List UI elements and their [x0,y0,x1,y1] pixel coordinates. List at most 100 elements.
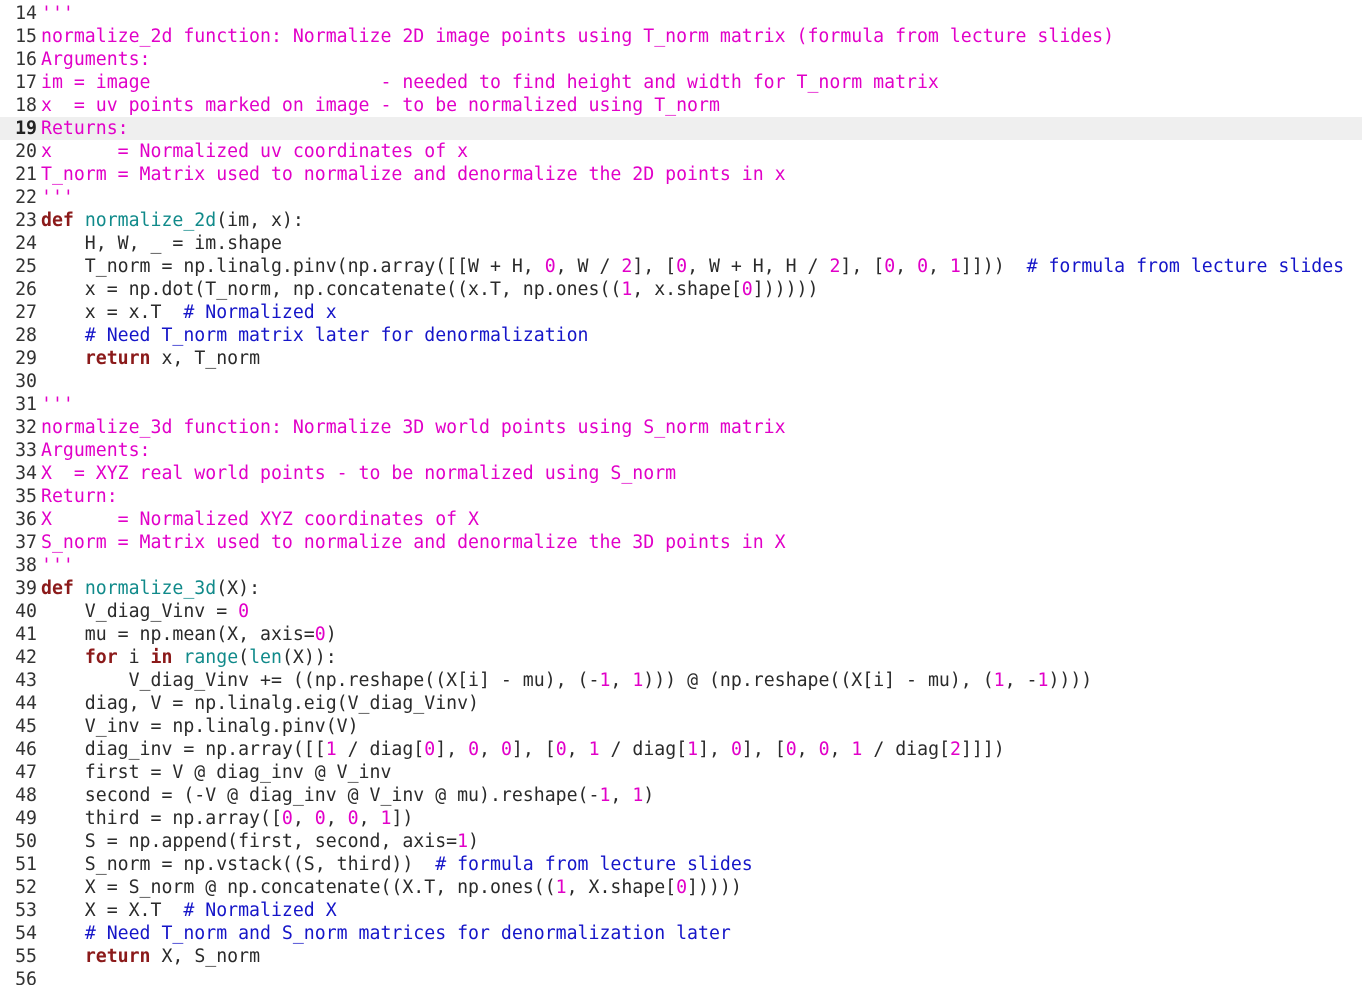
line-number: 54 [15,923,37,944]
code-line[interactable]: 51 S_norm = np.vstack((S, third)) # form… [0,853,1362,876]
code-line[interactable]: 43 V_diag_Vinv += ((np.reshape((X[i] - m… [0,669,1362,692]
code-line[interactable]: 49 third = np.array([0, 0, 0, 1]) [0,807,1362,830]
keyword: def [41,578,74,599]
code-text: X, S_norm [150,946,261,967]
code-line[interactable]: 56 [0,968,1362,985]
code-line[interactable]: 14 ''' [0,2,1362,25]
string-text: Arguments: [41,440,151,461]
code-line[interactable]: 47 first = V @ diag_inv @ V_inv [0,761,1362,784]
string-text: ''' [41,3,74,24]
code-line[interactable]: 22 ''' [0,186,1362,209]
code-text: , W + H, H / [687,256,830,277]
code-text: mu = np.mean(X, axis= [41,624,315,645]
number-literal: 0 [314,624,326,645]
code-text: H, W, _ = im.shape [41,233,282,254]
code-line[interactable]: 44 diag, V = np.linalg.eig(V_diag_Vinv) [0,692,1362,715]
code-text: ], [ [840,256,885,277]
code-line[interactable]: 17 im = image - needed to find height and… [0,71,1362,94]
code-content: Return: [41,485,118,508]
line-number: 22 [15,187,37,208]
code-content: return x, T_norm [41,347,260,370]
number-literal: 0 [785,739,797,760]
line-number: 52 [15,877,37,898]
code-line[interactable]: 31 ''' [0,393,1362,416]
code-content: ''' [41,393,74,416]
code-line[interactable]: 55 return X, S_norm [0,945,1362,968]
code-text: third = np.array([ [41,808,282,829]
code-text: S_norm = np.vstack((S, third)) [41,854,436,875]
code-text: ], [ [741,739,786,760]
code-text: , [325,808,348,829]
code-line[interactable]: 50 S = np.append(first, second, axis=1) [0,830,1362,853]
code-line[interactable]: 48 second = (-V @ diag_inv @ V_inv @ mu)… [0,784,1362,807]
code-line[interactable]: 41 mu = np.mean(X, axis=0) [0,623,1362,646]
code-content: for i in range(len(X)): [41,646,337,669]
line-number: 56 [15,969,37,985]
code-line[interactable]: 23 def normalize_2d(im, x): [0,209,1362,232]
code-line[interactable]: 52 X = S_norm @ np.concatenate((X.T, np.… [0,876,1362,899]
code-line[interactable]: 29 return x, T_norm [0,347,1362,370]
code-content: T_norm = np.linalg.pinv(np.array([[W + H… [41,255,1344,278]
code-line[interactable]: 39 def normalize_3d(X): [0,577,1362,600]
code-line[interactable]: 25 T_norm = np.linalg.pinv(np.array([[W … [0,255,1362,278]
code-text: , [610,670,633,691]
code-line[interactable]: 30 [0,370,1362,393]
code-content: V_inv = np.linalg.pinv(V) [41,715,359,738]
code-line[interactable]: 33 Arguments: [0,439,1362,462]
code-line[interactable]: 45 V_inv = np.linalg.pinv(V) [0,715,1362,738]
code-line[interactable]: 32 normalize_3d function: Normalize 3D wo… [0,416,1362,439]
code-line[interactable]: 37 S_norm = Matrix used to normalize and … [0,531,1362,554]
code-line[interactable]: 46 diag_inv = np.array([[1 / diag[0], 0,… [0,738,1362,761]
line-number: 14 [15,3,37,24]
line-number: 53 [15,900,37,921]
string-text: Returns: [41,118,129,139]
number-literal: 1 [457,831,469,852]
line-number: 26 [15,279,37,300]
code-line[interactable]: 16 Arguments: [0,48,1362,71]
code-text: ]) [391,808,414,829]
code-line[interactable]: 53 X = X.T # Normalized X [0,899,1362,922]
comment-text: # Need T_norm and S_norm matrices for de… [84,923,731,944]
code-text: ) [643,785,655,806]
number-literal: 0 [741,279,753,300]
code-line[interactable]: 38 ''' [0,554,1362,577]
code-text: V_diag_Vinv += ((np.reshape((X[i] - mu),… [41,670,600,691]
comment-text: # Need T_norm matrix later for denormali… [84,325,589,346]
code-line[interactable]: 27 x = x.T # Normalized x [0,301,1362,324]
code-line[interactable]: 18 x = uv points marked on image - to be … [0,94,1362,117]
code-text: first = V @ diag_inv @ V_inv [41,762,392,783]
line-number: 34 [15,463,37,484]
code-line[interactable]: 20 x = Normalized uv coordinates of x [0,140,1362,163]
line-number: 37 [15,532,37,553]
code-line[interactable]: 21 T_norm = Matrix used to normalize and … [0,163,1362,186]
code-line[interactable]: 35 Return: [0,485,1362,508]
code-content: mu = np.mean(X, axis=0) [41,623,337,646]
line-number: 41 [15,624,37,645]
line-number: 38 [15,555,37,576]
code-content: # Need T_norm and S_norm matrices for de… [41,922,731,945]
string-text: X = Normalized XYZ coordinates of X [41,509,479,530]
code-content: S_norm = np.vstack((S, third)) # formula… [41,853,753,876]
code-text: )))) [1048,670,1093,691]
string-text: S_norm = Matrix used to normalize and de… [41,532,786,553]
number-literal: 0 [676,256,688,277]
code-line[interactable]: 54 # Need T_norm and S_norm matrices for… [0,922,1362,945]
code-line[interactable]: 26 x = np.dot(T_norm, np.concatenate((x.… [0,278,1362,301]
code-line[interactable]: 24 H, W, _ = im.shape [0,232,1362,255]
line-number: 40 [15,601,37,622]
code-text: ], [ [632,256,677,277]
code-text: (X): [216,578,261,599]
code-editor[interactable]: 14 ''' 15 normalize_2d function: Normalize … [0,0,1362,985]
code-text: T_norm = np.linalg.pinv(np.array([[W + H… [41,256,545,277]
number-literal: 2 [829,256,841,277]
code-line[interactable]: 34 X = XYZ real world points - to be norm… [0,462,1362,485]
code-line[interactable]: 15 normalize_2d function: Normalize 2D im… [0,25,1362,48]
current-code-line[interactable]: 19 Returns: [0,117,1362,140]
code-line[interactable]: 42 for i in range(len(X)): [0,646,1362,669]
code-content: S_norm = Matrix used to normalize and de… [41,531,786,554]
code-line[interactable]: 40 V_diag_Vinv = 0 [0,600,1362,623]
code-content: return X, S_norm [41,945,260,968]
code-text: , [610,785,633,806]
code-line[interactable]: 36 X = Normalized XYZ coordinates of X [0,508,1362,531]
code-line[interactable]: 28 # Need T_norm matrix later for denorm… [0,324,1362,347]
